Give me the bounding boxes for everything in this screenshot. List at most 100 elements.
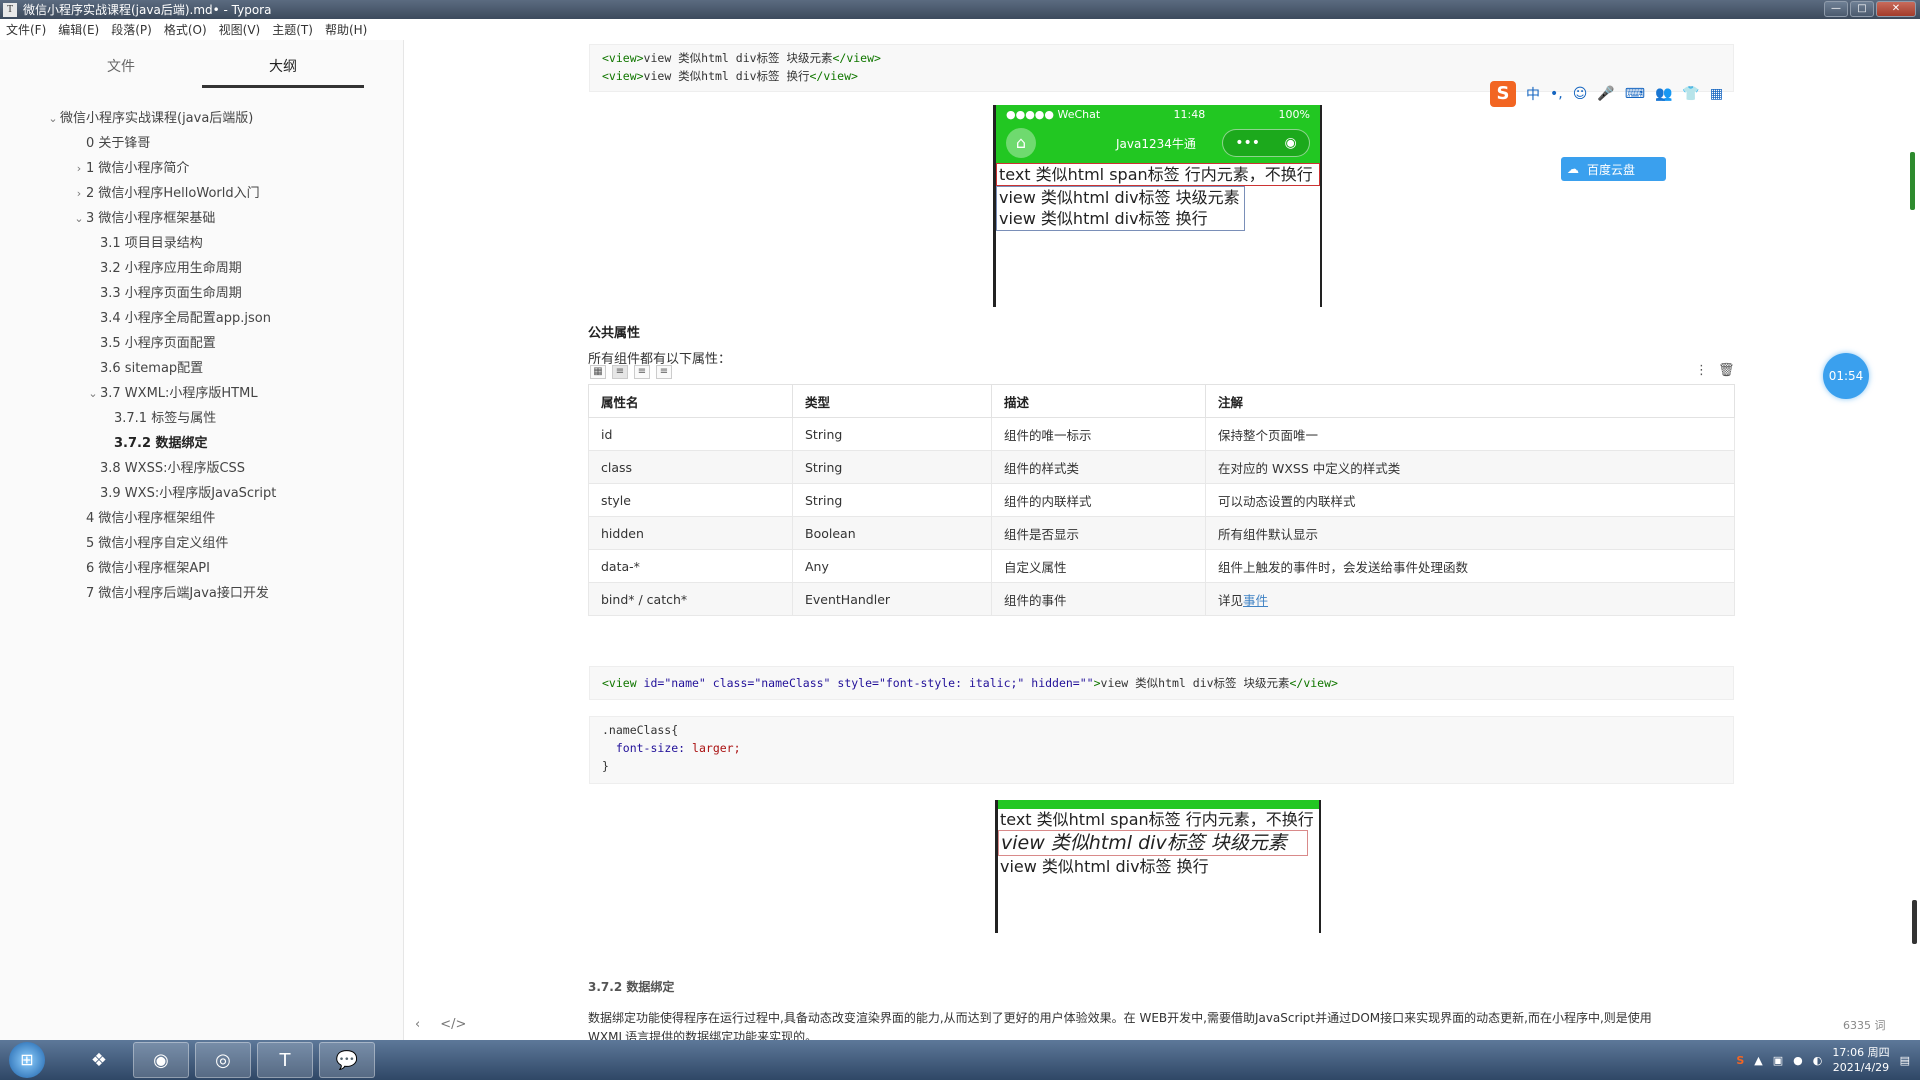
table-cell[interactable]: 组件的样式类 — [991, 450, 1206, 484]
attributes-table[interactable]: 属性名 类型 描述 注解 id String 组件的唯一标示 保持整个页面唯一 clas… — [588, 384, 1735, 616]
recording-timer[interactable]: 01:54 — [1823, 353, 1869, 399]
minimize-button[interactable]: — — [1824, 1, 1848, 17]
table-cell[interactable]: Boolean — [792, 516, 992, 550]
table-cell[interactable]: Any — [792, 549, 992, 583]
chevron-right-icon[interactable]: › — [73, 156, 85, 181]
menu-paragraph[interactable]: 段落(P) — [105, 21, 158, 38]
ime-tool-icon[interactable]: •, — [1550, 86, 1563, 102]
collapse-sidebar-icon[interactable]: ‹ — [415, 1017, 420, 1032]
chevron-down-icon[interactable]: ⌄ — [47, 106, 59, 131]
menu-help[interactable]: 帮助(H) — [319, 21, 373, 38]
menu-format[interactable]: 格式(O) — [158, 21, 213, 38]
align-right-icon[interactable]: ≡ — [656, 365, 672, 379]
column-header[interactable]: 属性名 — [588, 384, 793, 418]
event-link[interactable]: 事件 — [1243, 593, 1268, 608]
table-cell[interactable]: hidden — [588, 516, 793, 550]
ime-tool-icon[interactable]: ☺ — [1573, 86, 1588, 102]
column-header[interactable]: 类型 — [792, 384, 992, 418]
outline-item[interactable]: 6 微信小程序框架API — [0, 556, 403, 581]
outline-item[interactable]: ⌄ 微信小程序实战课程(java后端版) — [0, 106, 403, 131]
maximize-button[interactable]: □ — [1850, 1, 1874, 17]
source-code-mode-icon[interactable]: </> — [440, 1017, 466, 1032]
word-count[interactable]: 6335 词 — [1843, 1017, 1886, 1033]
tray-expand-icon[interactable]: ▲ — [1754, 1054, 1762, 1067]
table-cell[interactable]: 自定义属性 — [991, 549, 1206, 583]
taskbar-app-typora-icon[interactable]: T — [257, 1042, 313, 1078]
ime-tool-icon[interactable]: ▦ — [1710, 86, 1723, 102]
table-cell[interactable]: style — [588, 483, 793, 517]
outline-item[interactable]: 4 微信小程序框架组件 — [0, 506, 403, 531]
network-icon[interactable]: ▣ — [1773, 1054, 1783, 1067]
taskbar-app-chrome-icon[interactable]: ◎ — [195, 1042, 251, 1078]
table-cell[interactable]: bind* / catch* — [588, 582, 793, 616]
chevron-down-icon[interactable]: ⌄ — [87, 381, 99, 406]
taskbar-app-browser-icon[interactable]: ◉ — [133, 1042, 189, 1078]
menu-view[interactable]: 视图(V) — [213, 21, 267, 38]
code-block-view-attrs[interactable]: <view id="name" class="nameClass" style=… — [589, 666, 1734, 700]
table-cell[interactable]: 组件上触发的事件时，会发送给事件处理函数 — [1205, 549, 1735, 583]
notification-icon[interactable]: ▤ — [1900, 1054, 1910, 1067]
menu-file[interactable]: 文件(F) — [0, 21, 52, 38]
table-cell[interactable]: 组件是否显示 — [991, 516, 1206, 550]
editor-pane[interactable]: <view>view 类似html div标签 块级元素</view> <vie… — [405, 40, 1920, 1040]
outline-item[interactable]: 3.2 小程序应用生命周期 — [0, 256, 403, 281]
ime-tool-icon[interactable]: ⌨ — [1625, 86, 1645, 102]
table-cell[interactable]: String — [792, 450, 992, 484]
table-cell[interactable]: id — [588, 417, 793, 451]
clock[interactable]: 17:06 周四 2021/4/29 — [1832, 1045, 1889, 1075]
table-cell[interactable]: data-* — [588, 549, 793, 583]
table-cell[interactable]: 所有组件默认显示 — [1205, 516, 1735, 550]
table-cell[interactable]: 可以动态设置的内联样式 — [1205, 483, 1735, 517]
table-cell[interactable]: 组件的事件 — [991, 582, 1206, 616]
outline-item[interactable]: 3.5 小程序页面配置 — [0, 331, 403, 356]
outline-item[interactable]: ⌄ 3 微信小程序框架基础 — [0, 206, 403, 231]
editor-scrollbar-thumb[interactable] — [1912, 900, 1917, 944]
column-header[interactable]: 注解 — [1205, 384, 1735, 418]
ime-tray-icon[interactable]: S — [1736, 1054, 1744, 1067]
menu-edit[interactable]: 编辑(E) — [52, 21, 105, 38]
table-cell[interactable]: 在对应的 WXSS 中定义的样式类 — [1205, 450, 1735, 484]
outline-item[interactable]: 0 关于锋哥 — [0, 131, 403, 156]
outline-item[interactable]: 3.6 sitemap配置 — [0, 356, 403, 381]
outline-item[interactable]: 3.1 项目目录结构 — [0, 231, 403, 256]
start-button[interactable]: ⊞ — [9, 1042, 45, 1078]
table-cell[interactable]: 保持整个页面唯一 — [1205, 417, 1735, 451]
sogou-logo-icon[interactable]: S — [1490, 81, 1516, 107]
delete-table-icon[interactable]: 🗑 — [1718, 363, 1735, 378]
chevron-right-icon[interactable]: › — [73, 181, 85, 206]
tab-outline[interactable]: 大纲 — [202, 46, 364, 88]
ime-tool-icon[interactable]: 中 — [1526, 84, 1540, 104]
chevron-down-icon[interactable]: ⌄ — [73, 206, 85, 231]
outline-item[interactable]: 3.8 WXSS:小程序版CSS — [0, 456, 403, 481]
table-cell[interactable]: 组件的唯一标示 — [991, 417, 1206, 451]
outline-item[interactable]: 5 微信小程序自定义组件 — [0, 531, 403, 556]
more-options-icon[interactable]: ⋮ — [1695, 363, 1708, 378]
outline-item[interactable]: 3.4 小程序全局配置app.json — [0, 306, 403, 331]
table-cell[interactable]: String — [792, 417, 992, 451]
wechat-tray-icon[interactable]: ● — [1793, 1054, 1803, 1067]
ime-tool-icon[interactable]: 👥 — [1655, 86, 1672, 102]
align-left-icon[interactable]: ≡ — [612, 365, 628, 379]
taskbar-app-wechat-icon[interactable]: 💬 — [319, 1042, 375, 1078]
outline-item[interactable]: 3.7.1 标签与属性 — [0, 406, 403, 431]
table-size-icon[interactable]: ▦ — [590, 365, 606, 379]
table-cell[interactable]: 详见事件 — [1205, 582, 1735, 616]
table-cell[interactable]: class — [588, 450, 793, 484]
cloud-disk-button[interactable]: ☁ 百度云盘 — [1561, 157, 1666, 181]
tab-files[interactable]: 文件 — [40, 46, 202, 88]
outline-item[interactable]: › 1 微信小程序简介 — [0, 156, 403, 181]
column-header[interactable]: 描述 — [991, 384, 1206, 418]
outline-item[interactable]: 3.9 WXS:小程序版JavaScript — [0, 481, 403, 506]
menu-theme[interactable]: 主题(T) — [266, 21, 319, 38]
outline-item[interactable]: 7 微信小程序后端Java接口开发 — [0, 581, 403, 606]
taskbar-app-colorful-icon[interactable]: ❖ — [71, 1042, 127, 1078]
close-button[interactable]: ✕ — [1876, 1, 1916, 17]
outline-item[interactable]: 3.3 小程序页面生命周期 — [0, 281, 403, 306]
ime-tool-icon[interactable]: 🎤 — [1597, 86, 1614, 102]
outline-item[interactable]: ⌄ 3.7 WXML:小程序版HTML — [0, 381, 403, 406]
code-block-css[interactable]: .nameClass{ font-size: larger; } — [589, 716, 1734, 784]
outline-item[interactable]: 3.7.2 数据绑定 — [0, 431, 403, 456]
table-cell[interactable]: EventHandler — [792, 582, 992, 616]
table-cell[interactable]: String — [792, 483, 992, 517]
qq-tray-icon[interactable]: ◐ — [1813, 1054, 1823, 1067]
